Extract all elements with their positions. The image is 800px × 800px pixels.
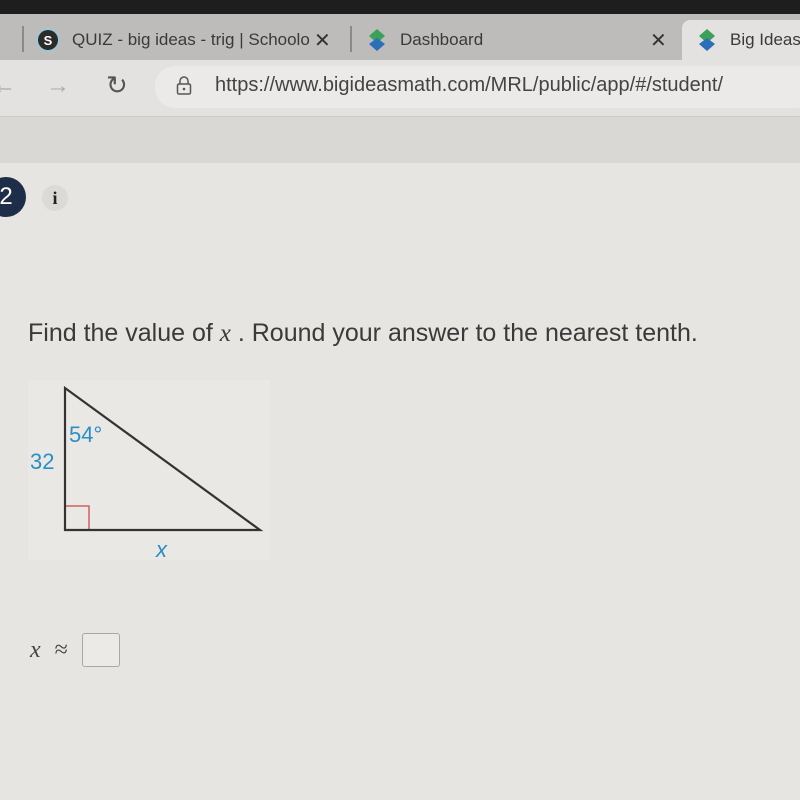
answer-input[interactable] [81, 633, 120, 667]
angle-label: 54° [69, 422, 102, 447]
prompt-variable: x [219, 320, 231, 347]
prompt-text: Find the value of [28, 319, 220, 347]
url-text[interactable]: https://www.bigideasmath.com/MRL/public/… [215, 74, 723, 97]
reload-icon[interactable]: ↻ [106, 70, 128, 101]
triangle-diagram: 54° 32 x [30, 385, 264, 562]
close-tab-icon[interactable]: ✕ [314, 28, 331, 53]
side-label: 32 [30, 449, 54, 474]
tab-separator [22, 26, 24, 52]
tab-title: Big Ideas [730, 30, 800, 49]
big-ideas-icon [699, 29, 715, 51]
forward-icon[interactable]: → [46, 72, 70, 100]
triangle-figure: 54° 32 x [28, 380, 270, 562]
triangle-shape [63, 385, 264, 532]
big-ideas-icon [369, 29, 385, 51]
approx-symbol: ≈ [54, 636, 68, 663]
answer-row: x ≈ [30, 633, 120, 667]
question-number[interactable]: 2 [0, 177, 26, 217]
schoology-icon: S [38, 30, 58, 50]
tab-title: Dashboard [400, 30, 484, 49]
address-bar: ← → ↻ https://www.bigideasmath.com/MRL/p… [0, 60, 800, 117]
tab-dashboard[interactable]: Dashboard ✕ [368, 20, 678, 60]
tab-title: QUIZ - big ideas - trig | Schoolog [72, 30, 310, 49]
prompt-text: . Round your answer to the nearest tenth… [230, 319, 698, 347]
info-icon[interactable]: i [42, 185, 68, 211]
lock-icon [176, 76, 192, 95]
tab-bar: S QUIZ - big ideas - trig | Schoolog ✕ D… [0, 14, 800, 60]
screen-bezel [0, 0, 800, 14]
question-prompt: Find the value of x . Round your answer … [28, 319, 698, 348]
tab-big-ideas[interactable]: Big Ideas [682, 20, 800, 60]
right-angle-marker [64, 505, 90, 531]
unknown-side-label: x [155, 537, 168, 560]
answer-variable: x [30, 636, 41, 663]
quiz-page: 2 i Find the value of x . Round your ans… [0, 163, 800, 800]
tab-quiz[interactable]: S QUIZ - big ideas - trig | Schoolog ✕ [38, 20, 338, 60]
tab-separator [350, 26, 352, 52]
close-tab-icon[interactable]: ✕ [650, 28, 667, 53]
back-icon[interactable]: ← [0, 72, 16, 100]
toolbar-strip [0, 117, 800, 163]
